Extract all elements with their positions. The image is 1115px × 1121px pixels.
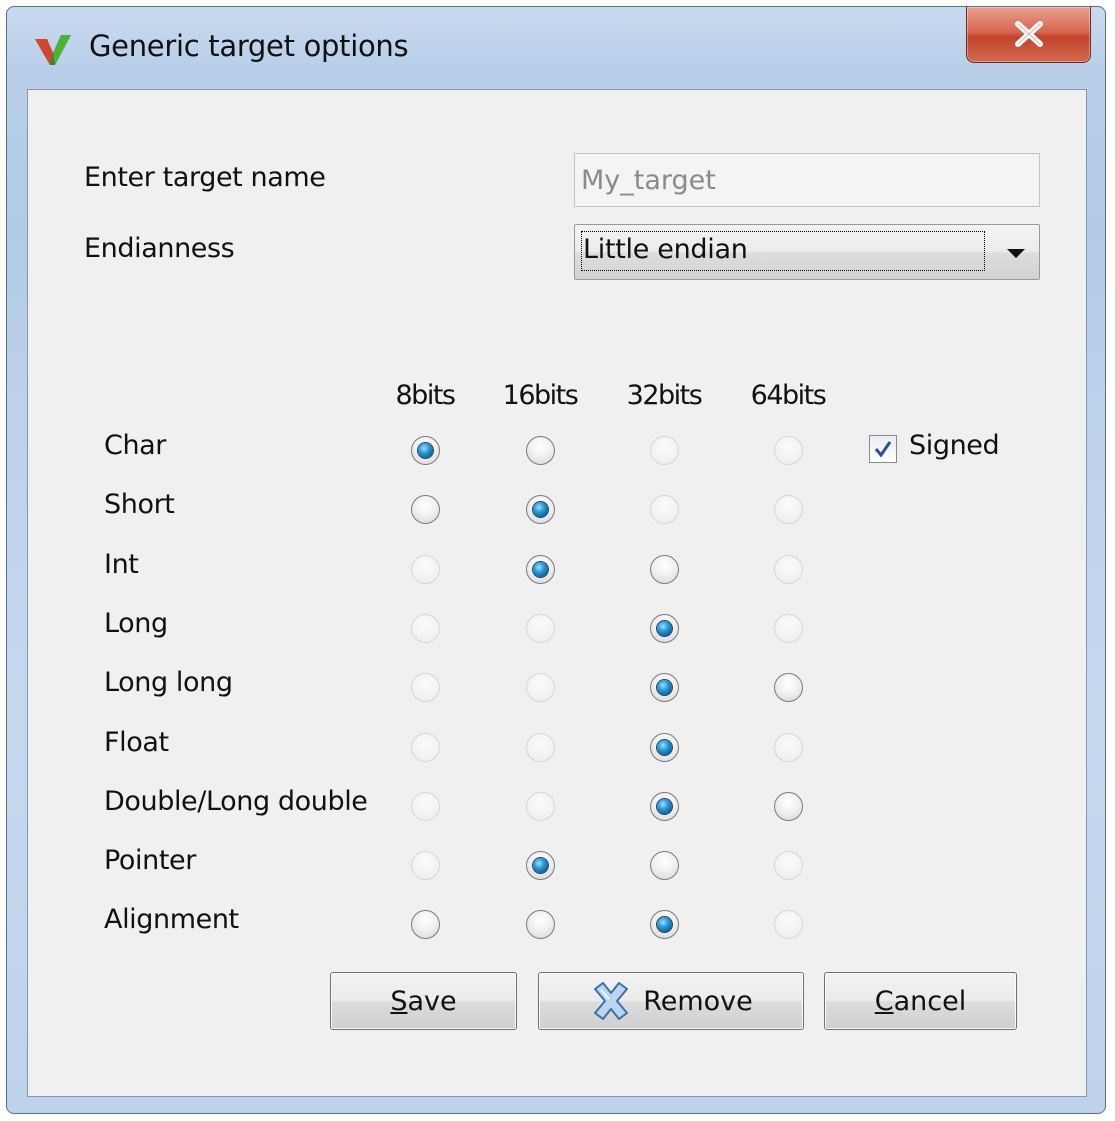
radio-button[interactable] <box>411 436 440 465</box>
dialog-content: Enter target name Endianness Little endi… <box>27 89 1087 1097</box>
radio-button <box>526 614 555 643</box>
checkmark-icon <box>874 441 892 458</box>
radio-button[interactable] <box>411 495 440 524</box>
row-label: Short <box>104 489 175 520</box>
radio-button <box>774 555 803 584</box>
target-name-label: Enter target name <box>84 162 326 193</box>
radio-button <box>411 851 440 880</box>
radio-button <box>411 792 440 821</box>
remove-button[interactable]: Remove <box>538 972 804 1030</box>
close-button[interactable] <box>966 7 1091 63</box>
radio-button[interactable] <box>774 792 803 821</box>
radio-button <box>411 673 440 702</box>
row-label: Char <box>104 430 167 461</box>
radio-button[interactable] <box>526 436 555 465</box>
dialog-window: Generic target options Enter target name… <box>6 6 1106 1114</box>
radio-button <box>650 436 679 465</box>
radio-button <box>650 495 679 524</box>
row-label: Long long <box>104 667 233 698</box>
save-button[interactable]: Save <box>330 972 517 1030</box>
radio-button <box>774 851 803 880</box>
row-label: Alignment <box>104 904 239 935</box>
cancel-label: ancel <box>893 985 967 1017</box>
row-label: Float <box>104 727 169 758</box>
radio-button[interactable] <box>650 614 679 643</box>
title-bar[interactable]: Generic target options <box>7 7 1105 89</box>
radio-button <box>774 910 803 939</box>
column-header: 32bits <box>626 380 703 411</box>
radio-button[interactable] <box>650 673 679 702</box>
endianness-select[interactable]: Little endian <box>574 224 1040 280</box>
chevron-down-icon <box>1007 249 1025 258</box>
radio-button[interactable] <box>526 910 555 939</box>
row-label: Pointer <box>104 845 196 876</box>
save-mnemonic: S <box>390 985 408 1017</box>
row-label: Int <box>104 549 139 580</box>
radio-button <box>411 555 440 584</box>
endianness-label: Endianness <box>84 233 235 264</box>
app-logo-icon <box>35 35 71 65</box>
radio-button[interactable] <box>411 910 440 939</box>
close-icon <box>1015 21 1043 47</box>
window-title: Generic target options <box>89 29 409 63</box>
radio-button <box>774 436 803 465</box>
radio-button <box>774 614 803 643</box>
save-label: ave <box>407 985 457 1017</box>
radio-button <box>774 733 803 762</box>
column-header: 16bits <box>502 380 579 411</box>
column-header: 8bits <box>395 380 456 411</box>
target-name-input[interactable] <box>574 153 1040 207</box>
radio-button[interactable] <box>526 555 555 584</box>
row-label: Double/Long double <box>104 786 368 817</box>
endianness-value: Little endian <box>583 234 748 265</box>
remove-label: Remove <box>643 985 753 1017</box>
radio-button <box>411 733 440 762</box>
radio-button[interactable] <box>526 495 555 524</box>
radio-button[interactable] <box>526 851 555 880</box>
radio-button <box>774 495 803 524</box>
signed-checkbox[interactable] <box>869 435 897 463</box>
radio-button[interactable] <box>650 792 679 821</box>
remove-x-icon <box>594 982 629 1020</box>
radio-button <box>526 673 555 702</box>
radio-button <box>526 792 555 821</box>
radio-button <box>526 733 555 762</box>
radio-button[interactable] <box>650 555 679 584</box>
row-label: Long <box>104 608 168 639</box>
signed-label: Signed <box>909 430 1000 461</box>
cancel-mnemonic: C <box>874 985 894 1017</box>
radio-button[interactable] <box>650 733 679 762</box>
radio-button <box>411 614 440 643</box>
column-header: 64bits <box>750 380 827 411</box>
radio-button[interactable] <box>650 851 679 880</box>
cancel-button[interactable]: Cancel <box>824 972 1017 1030</box>
radio-button[interactable] <box>650 910 679 939</box>
radio-button[interactable] <box>774 673 803 702</box>
